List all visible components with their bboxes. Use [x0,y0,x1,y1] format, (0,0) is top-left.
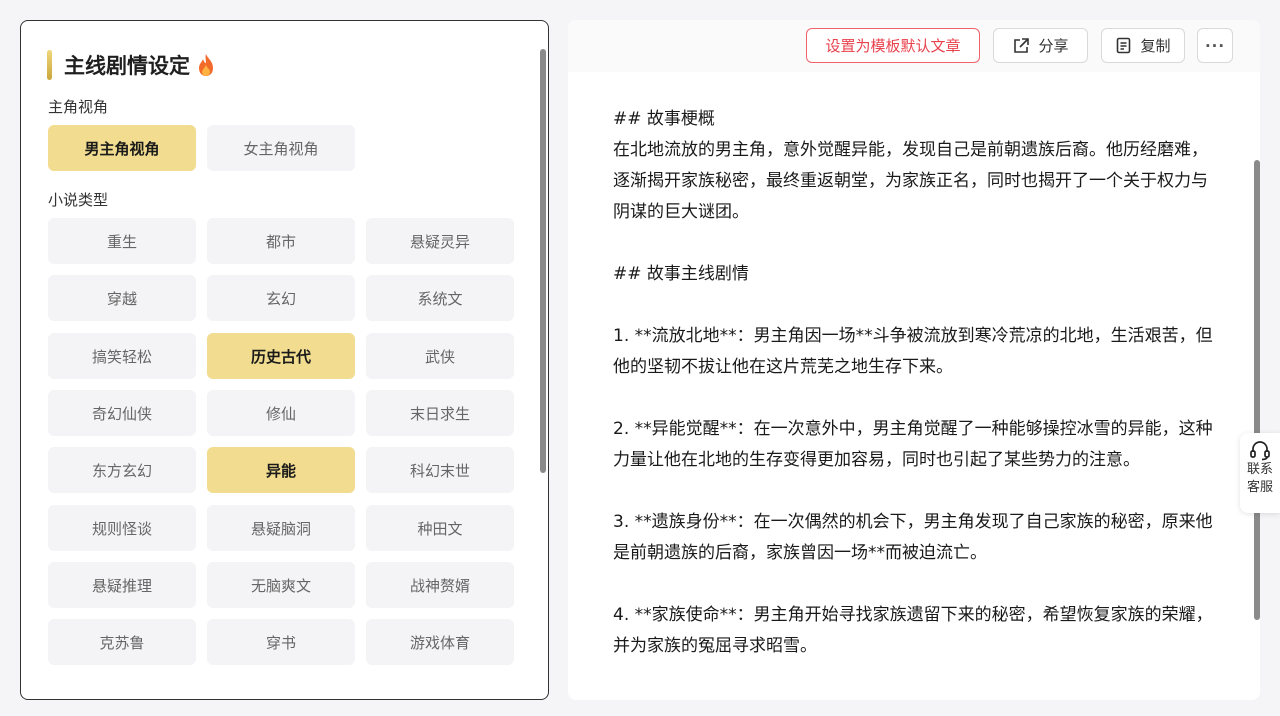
genre-option[interactable]: 悬疑推理 [48,562,196,608]
share-label: 分享 [1038,37,1069,55]
genre-option[interactable]: 无脑爽文 [207,562,355,608]
left-scrollbar[interactable] [540,49,546,473]
pov-option[interactable]: 女主角视角 [207,125,355,171]
genre-option[interactable]: 搞笑轻松 [48,333,196,379]
genre-option[interactable]: 悬疑灵异 [366,218,514,264]
genre-option[interactable]: 种田文 [366,505,514,551]
more-icon: ··· [1204,36,1226,55]
genre-option[interactable]: 系统文 [366,275,514,321]
customer-support-button[interactable]: 联系 客服 [1240,433,1280,513]
article-paragraph: 3. **遗族身份**：在一次偶然的机会下，男主角发现了自己家族的秘密，原来他是… [613,512,1213,563]
genre-option[interactable]: 都市 [207,218,355,264]
article-panel: 设置为模板默认文章 分享 复制 ··· ## 故事梗概 在北地流放的男主角，意外… [568,20,1260,700]
genre-option[interactable]: 武侠 [366,333,514,379]
genre-option[interactable]: 游戏体育 [366,619,514,665]
genre-option[interactable]: 异能 [207,447,355,493]
genre-option[interactable]: 东方玄幻 [48,447,196,493]
article-toolbar: 设置为模板默认文章 分享 复制 ··· [568,20,1260,72]
more-options-button[interactable]: ··· [1197,28,1233,63]
set-default-label: 设置为模板默认文章 [825,37,961,55]
genre-option[interactable]: 穿书 [207,619,355,665]
genre-option[interactable]: 末日求生 [366,390,514,436]
genre-option[interactable]: 规则怪谈 [48,505,196,551]
copy-button[interactable]: 复制 [1101,28,1185,63]
article-paragraph: 2. **异能觉醒**：在一次意外中，男主角觉醒了一种能够操控冰雪的异能，这种力… [613,419,1213,470]
support-label-line1: 联系 [1246,462,1273,477]
share-button[interactable]: 分享 [993,28,1088,63]
fire-icon [199,54,213,76]
share-icon [1014,37,1030,53]
genre-option[interactable]: 重生 [48,218,196,264]
article-paragraph: ## 故事梗概 在北地流放的男主角，意外觉醒异能，发现自己是前朝遗族后裔。他历经… [613,109,1208,222]
genre-option[interactable]: 战神赘婿 [366,562,514,608]
genre-option[interactable]: 奇幻仙侠 [48,390,196,436]
genre-option[interactable]: 科幻末世 [366,447,514,493]
genre-option[interactable]: 克苏鲁 [48,619,196,665]
article-paragraph: 1. **流放北地**：男主角因一场**斗争被流放到寒冷荒凉的北地，生活艰苦，但… [613,326,1213,377]
genre-label: 小说类型 [48,191,109,209]
genre-option[interactable]: 穿越 [48,275,196,321]
article-paragraph: 4. **家族使命**：男主角开始寻找家族遗留下来的秘密，希望恢复家族的荣耀，并… [613,605,1213,656]
copy-icon [1117,37,1131,54]
panel-header: 主线剧情设定 [47,49,216,81]
genre-option[interactable]: 修仙 [207,390,355,436]
genre-option[interactable]: 历史古代 [207,333,355,379]
right-scrollbar[interactable] [1254,160,1260,620]
genre-option[interactable]: 悬疑脑洞 [207,505,355,551]
genre-option[interactable]: 玄幻 [207,275,355,321]
panel-title: 主线剧情设定 [64,54,190,78]
pov-label: 主角视角 [48,98,109,116]
copy-label: 复制 [1140,37,1171,55]
headset-icon [1250,441,1270,461]
pov-option[interactable]: 男主角视角 [48,125,196,171]
support-label-line2: 客服 [1246,480,1273,495]
plot-settings-panel: 主线剧情设定 主角视角 男主角视角 女主角视角 小说类型 重生 都市 悬疑灵异穿越 玄幻… [20,20,549,700]
title-accent-bar [47,50,52,80]
article-paragraph: ## 故事主线剧情 [613,264,749,284]
set-default-template-button[interactable]: 设置为模板默认文章 [806,28,980,63]
article-content: ## 故事梗概 在北地流放的男主角，意外觉醒异能，发现自己是前朝遗族后裔。他历经… [613,104,1223,693]
